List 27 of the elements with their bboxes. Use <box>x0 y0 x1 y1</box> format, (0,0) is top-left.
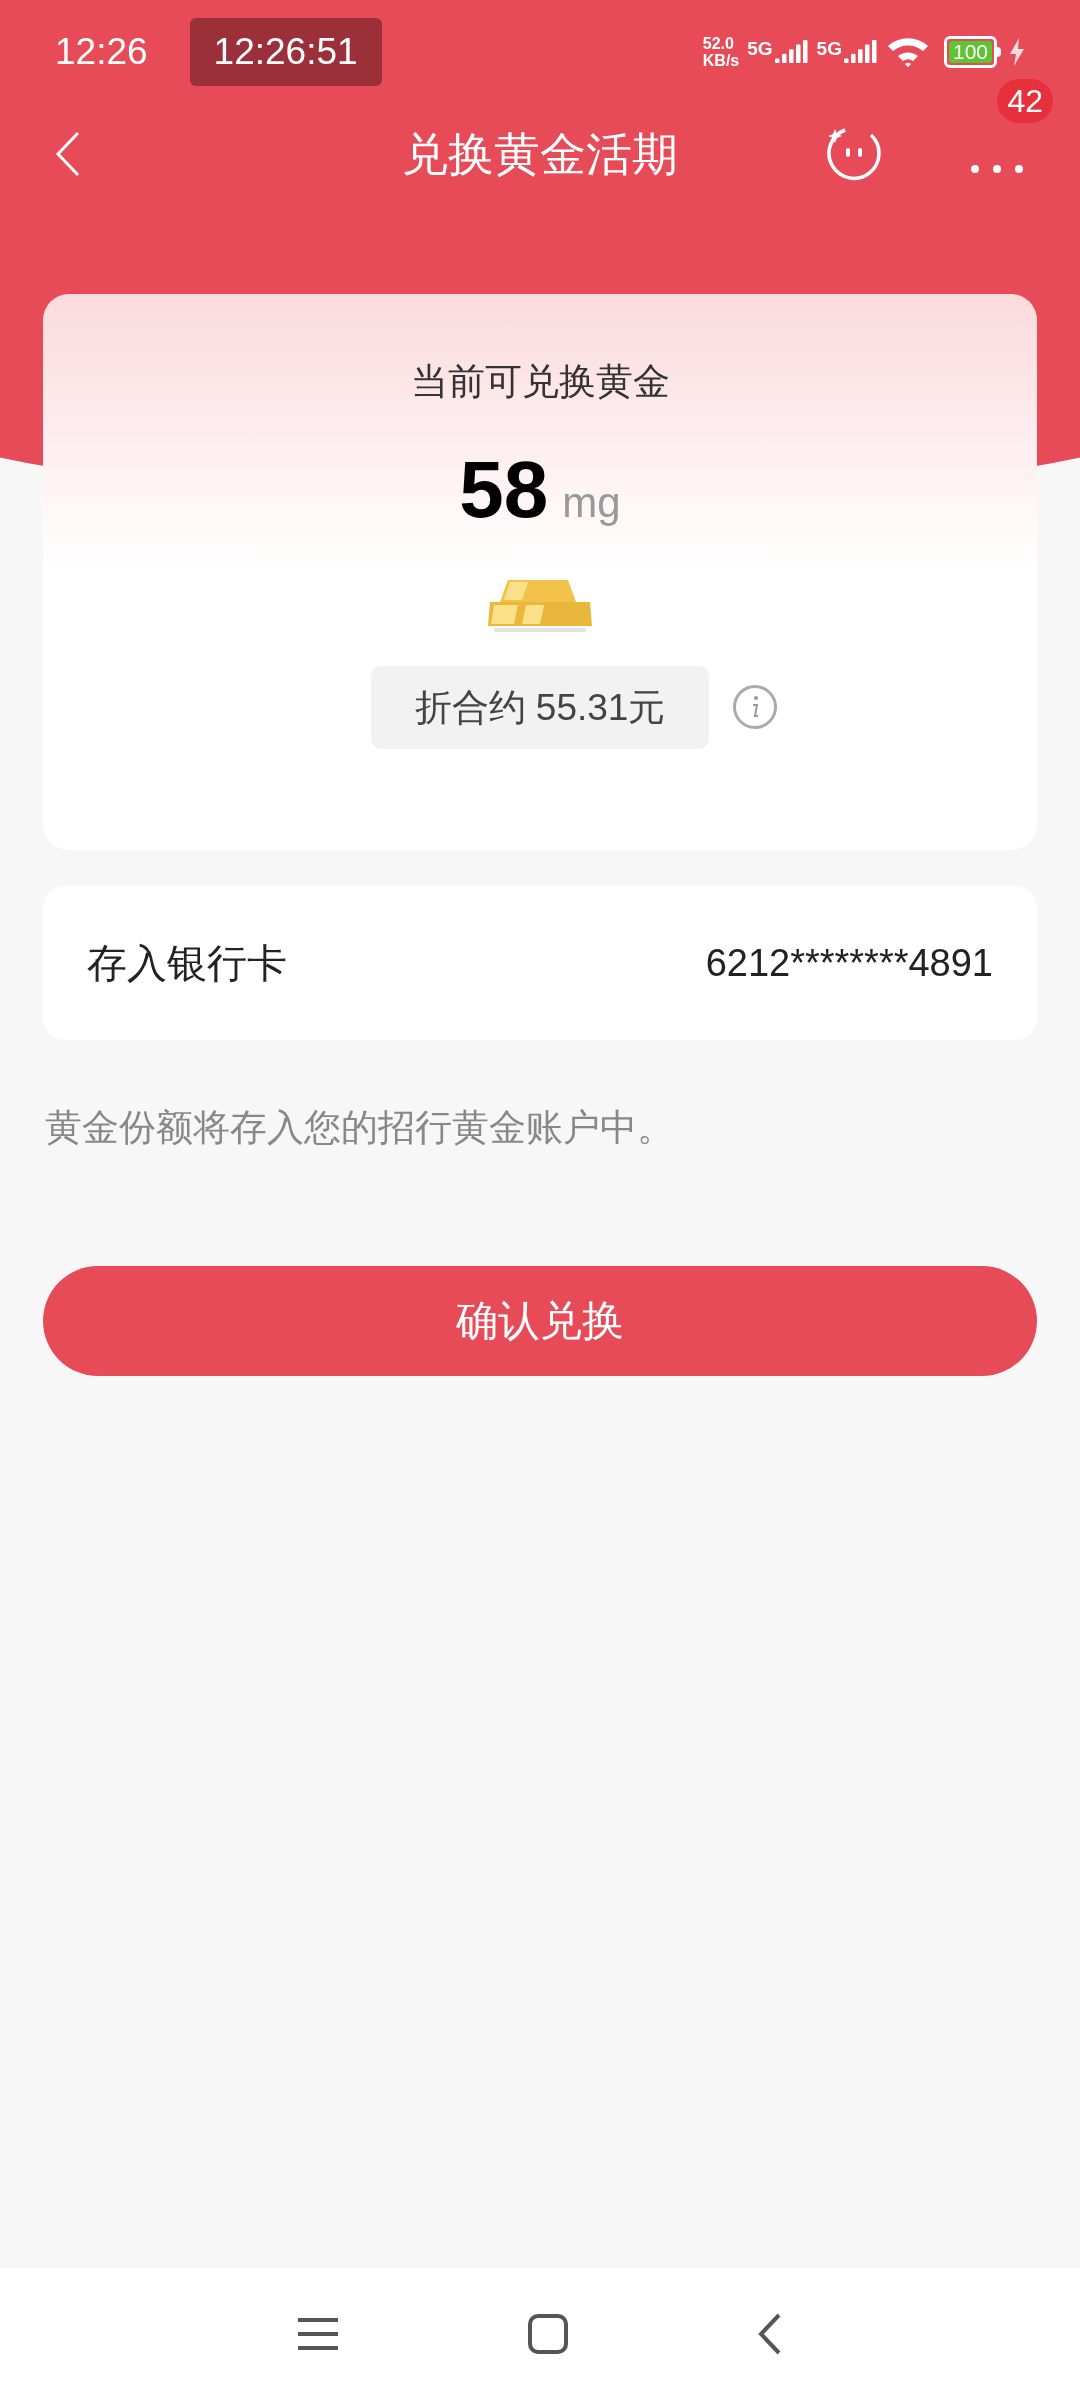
more-icon <box>971 165 1023 173</box>
info-button[interactable] <box>733 685 778 730</box>
home-icon[interactable] <box>528 2314 568 2354</box>
bank-row-label: 存入银行卡 <box>87 940 287 987</box>
bank-card-row[interactable]: 存入银行卡 6212********4891 <box>43 886 1037 1040</box>
network-type: 5G <box>747 39 773 58</box>
network-speed: 52.0 KB/s <box>702 35 740 69</box>
weight-amount: 58 <box>459 449 549 530</box>
bullion-bars-icon <box>488 577 592 634</box>
back-icon <box>55 131 81 177</box>
signal-icon <box>774 39 809 65</box>
card-label: 当前可兑换黄金 <box>410 360 670 404</box>
charging-icon <box>1009 38 1025 66</box>
more-button[interactable] <box>969 163 1025 175</box>
battery-level: 100 <box>948 41 992 63</box>
page-title: 兑换黄金活期 <box>402 126 678 182</box>
status-time: 12:26 <box>55 30 148 75</box>
weight-unit: mg <box>562 477 621 528</box>
equivalent-value: 折合约 55.31元 <box>370 665 710 749</box>
back-icon[interactable] <box>758 2313 782 2355</box>
deposit-note: 黄金份额将存入您的招行黄金账户中。 <box>45 1106 675 1150</box>
card-number: 6212********4891 <box>705 940 993 986</box>
menu-icon[interactable] <box>298 2317 338 2351</box>
network-type: 5G <box>816 39 842 58</box>
confirm-button[interactable]: 确认兑换 <box>43 1265 1037 1376</box>
signal-icon <box>843 39 878 65</box>
clock-chip: 12:26:51 <box>189 18 382 86</box>
